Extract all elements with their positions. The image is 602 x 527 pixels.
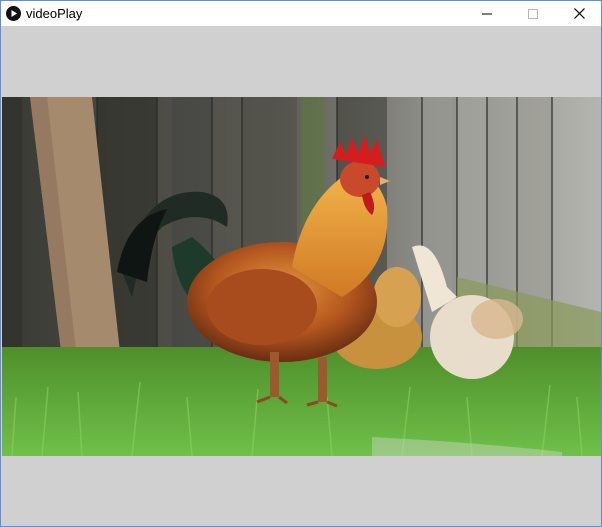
video-image [2,97,601,456]
play-icon [6,6,21,21]
maximize-button[interactable] [510,1,556,26]
title-bar[interactable]: videoPlay [1,1,601,26]
minimize-button[interactable] [464,1,510,26]
video-area [1,26,601,526]
minimize-icon [482,13,492,14]
video-frame[interactable] [2,97,601,456]
close-icon [573,8,585,19]
window-title: videoPlay [26,6,83,21]
maximize-icon [528,8,538,19]
close-button[interactable] [556,1,602,26]
app-window: videoPlay [0,0,602,527]
